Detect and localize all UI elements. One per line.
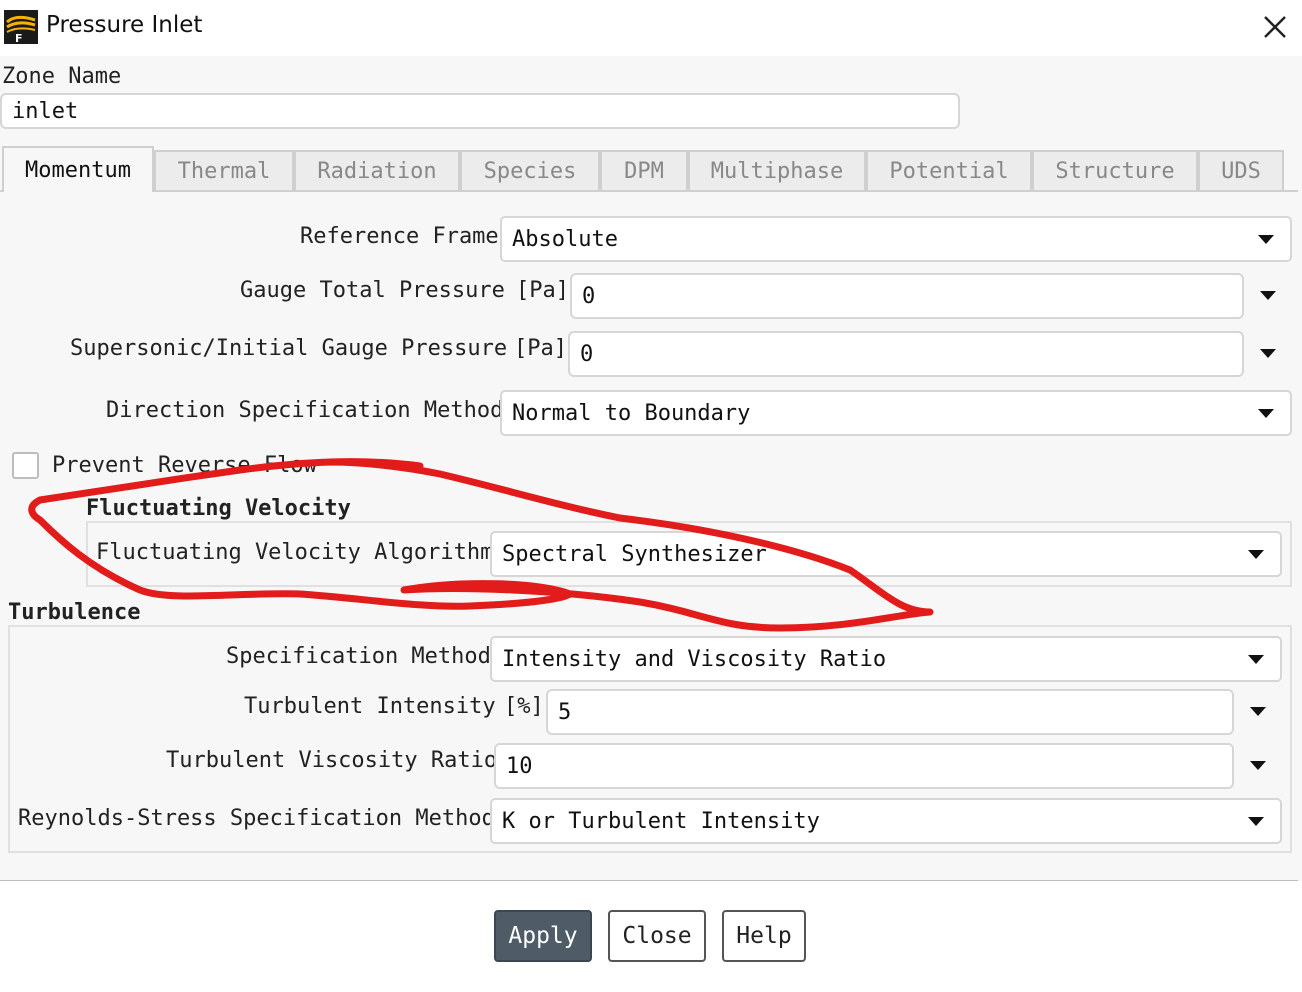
turbulence-spec-method-value: Intensity and Viscosity Ratio — [502, 646, 887, 672]
tab-structure[interactable]: Structure — [1032, 150, 1198, 190]
fluctuating-velocity-title: Fluctuating Velocity — [86, 496, 351, 521]
reynolds-stress-method-value: K or Turbulent Intensity — [502, 808, 820, 834]
gauge-total-pressure-value: 0 — [582, 283, 596, 309]
zone-name-label: Zone Name — [2, 64, 122, 89]
prevent-reverse-flow-checkbox[interactable] — [12, 452, 39, 479]
tab-dpm[interactable]: DPM — [600, 150, 688, 190]
chevron-down-icon — [1248, 550, 1264, 559]
supersonic-pressure-label: Supersonic/Initial Gauge Pressure — [70, 336, 508, 361]
direction-method-value: Normal to Boundary — [512, 400, 751, 426]
fluctuating-algorithm-value: Spectral Synthesizer — [502, 541, 767, 567]
turbulence-spec-method-label: Specification Method — [226, 644, 491, 669]
turbulence-spec-method-select[interactable]: Intensity and Viscosity Ratio — [490, 636, 1282, 682]
supersonic-pressure-unit: [Pa] — [514, 336, 567, 361]
apply-button[interactable]: Apply — [494, 910, 592, 962]
turbulent-intensity-unit: [%] — [504, 694, 544, 719]
gauge-total-pressure-unit: [Pa] — [516, 278, 569, 303]
turbulent-intensity-dropdown-icon[interactable] — [1250, 707, 1266, 716]
tab-species[interactable]: Species — [460, 150, 600, 190]
turbulent-viscosity-ratio-input[interactable]: 10 — [494, 743, 1234, 789]
supersonic-pressure-input[interactable]: 0 — [568, 331, 1244, 377]
svg-text:F: F — [15, 32, 23, 44]
direction-method-select[interactable]: Normal to Boundary — [500, 390, 1292, 436]
reference-frame-select[interactable]: Absolute — [500, 216, 1292, 262]
gauge-total-pressure-dropdown-icon[interactable] — [1260, 291, 1276, 300]
fluent-app-icon: F — [4, 10, 38, 45]
window-title: Pressure Inlet — [46, 12, 203, 38]
tab-multiphase[interactable]: Multiphase — [688, 150, 866, 190]
close-icon[interactable] — [1258, 10, 1292, 44]
tab-thermal[interactable]: Thermal — [154, 150, 294, 190]
turbulent-viscosity-ratio-value: 10 — [506, 753, 533, 779]
chevron-down-icon — [1248, 655, 1264, 664]
turbulent-viscosity-ratio-label: Turbulent Viscosity Ratio — [166, 748, 498, 773]
turbulent-viscosity-ratio-dropdown-icon[interactable] — [1250, 761, 1266, 770]
zone-name-value: inlet — [12, 98, 79, 124]
reference-frame-label: Reference Frame — [300, 224, 499, 249]
turbulent-intensity-label: Turbulent Intensity — [244, 694, 496, 719]
prevent-reverse-flow-label: Prevent Reverse Flow — [52, 453, 317, 478]
gauge-total-pressure-label: Gauge Total Pressure — [240, 278, 505, 303]
tab-radiation[interactable]: Radiation — [294, 150, 460, 190]
chevron-down-icon — [1258, 235, 1274, 244]
gauge-total-pressure-input[interactable]: 0 — [570, 273, 1244, 319]
zone-name-input[interactable]: inlet — [0, 93, 960, 129]
turbulence-title: Turbulence — [8, 600, 141, 625]
supersonic-pressure-dropdown-icon[interactable] — [1260, 349, 1276, 358]
reynolds-stress-method-select[interactable]: K or Turbulent Intensity — [490, 798, 1282, 844]
direction-method-label: Direction Specification Method — [106, 398, 504, 423]
reference-frame-value: Absolute — [512, 226, 618, 252]
chevron-down-icon — [1258, 409, 1274, 418]
turbulent-intensity-value: 5 — [558, 699, 572, 725]
reynolds-stress-method-label: Reynolds-Stress Specification Method — [18, 806, 495, 831]
fluctuating-algorithm-label: Fluctuating Velocity Algorithm — [96, 540, 494, 565]
fluctuating-algorithm-select[interactable]: Spectral Synthesizer — [490, 531, 1282, 577]
help-button[interactable]: Help — [722, 910, 806, 962]
tab-momentum[interactable]: Momentum — [2, 146, 154, 192]
close-button[interactable]: Close — [608, 910, 706, 962]
chevron-down-icon — [1248, 817, 1264, 826]
supersonic-pressure-value: 0 — [580, 341, 594, 367]
tab-potential[interactable]: Potential — [866, 150, 1032, 190]
tab-strip-line — [0, 190, 1298, 192]
turbulent-intensity-input[interactable]: 5 — [546, 689, 1234, 735]
tab-uds[interactable]: UDS — [1198, 150, 1284, 190]
